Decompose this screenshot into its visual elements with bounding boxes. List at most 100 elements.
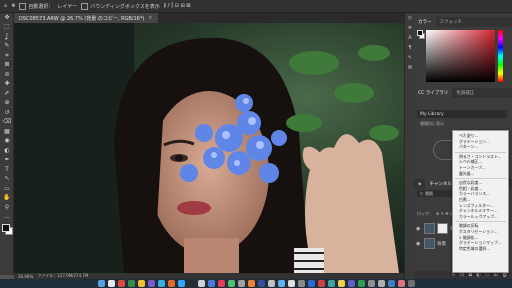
layer-name: 背景 [437, 241, 446, 247]
more-icon[interactable]: … [0, 213, 14, 223]
dock-app-icon[interactable] [187, 280, 195, 287]
options-bar: ⌂ ✥ 自動選択： レイヤー バウンディングボックスを表示 ⫼ ⫽ ⫿ ⊟ ⊞ … [0, 0, 512, 13]
hue-slider[interactable] [498, 30, 503, 82]
layer-filter-label: 種類 [424, 190, 433, 196]
menu-separator [455, 219, 506, 223]
type-icon[interactable]: T [0, 165, 14, 175]
dock-app-icon[interactable] [377, 280, 385, 287]
eye-icon[interactable]: ◉ [416, 226, 422, 232]
dock-app-icon[interactable] [107, 280, 115, 287]
zoom-level[interactable]: 26.68% [18, 274, 33, 279]
hand-icon[interactable]: ✋ [0, 194, 14, 204]
brush-icon[interactable]: ✐ [0, 89, 14, 99]
canvas[interactable] [14, 23, 404, 273]
home-icon[interactable]: ⌂ [4, 3, 7, 9]
toolbar-color-swatches[interactable] [0, 222, 13, 236]
dock-app-icon[interactable] [257, 280, 265, 287]
dock-app-icon[interactable] [127, 280, 135, 287]
dock-app-icon[interactable] [347, 280, 355, 287]
dock-app-icon[interactable] [337, 280, 345, 287]
tab-swatches[interactable]: スウォッチ [436, 19, 467, 25]
dock-app-icon[interactable] [287, 280, 295, 287]
dodge-icon[interactable]: ◐ [0, 146, 14, 156]
gradient-icon[interactable]: ▦ [0, 127, 14, 137]
dock-app-icon[interactable] [227, 280, 235, 287]
dock-app-icon[interactable] [147, 280, 155, 287]
library-subheader: 種類別に表示 [420, 120, 444, 126]
dock-app-icon[interactable] [237, 280, 245, 287]
eye-icon[interactable]: ◉ [416, 241, 422, 247]
align-icons[interactable]: ⫼ ⫽ ⫿ ⊟ ⊞ ⊠ [164, 3, 191, 9]
auto-select-target-dropdown[interactable]: レイヤー [57, 3, 77, 10]
dock-app-icon[interactable] [157, 280, 165, 287]
pen-icon[interactable]: ✒ [0, 156, 14, 166]
document-tab[interactable]: DSC08573.ARW @ 26.7% (背景 のコピー, RGB/16*) … [14, 13, 158, 23]
dock-app-icon[interactable] [167, 280, 175, 287]
dock-app-icon[interactable] [317, 280, 325, 287]
search-icon: ⚲ [420, 191, 423, 196]
dock-app-icon[interactable] [397, 280, 405, 287]
tab-cc-libraries[interactable]: CC ライブラリ [414, 88, 453, 98]
library-select[interactable]: My Library [417, 110, 507, 118]
dock-app-icon[interactable] [387, 280, 395, 287]
color-panel-tabs: カラー スウォッチ [414, 17, 512, 27]
dock-app-icon[interactable] [267, 280, 275, 287]
move-icon[interactable]: ✥ [0, 13, 14, 23]
history-brush-icon[interactable]: ↺ [0, 108, 14, 118]
toolbar: ✥ ⬚ ʆ ✎ ⌗ ⊠ ⊘ ✚ ✐ ⊕ ↺ ⌫ ▦ ◉ ◐ ✒ T ↖ ▭ ✋ ⚲… [0, 13, 14, 275]
dock-app-icon[interactable] [197, 280, 205, 287]
dock-app-icon[interactable] [137, 280, 145, 287]
path-select-icon[interactable]: ↖ [0, 175, 14, 185]
dock-app-icon[interactable] [297, 280, 305, 287]
dock-app-icon[interactable] [327, 280, 335, 287]
stamp-icon[interactable]: ⊕ [0, 99, 14, 109]
crop-icon[interactable]: ⌗ [0, 51, 14, 61]
zoom-icon[interactable]: ⚲ [0, 203, 14, 213]
healing-icon[interactable]: ✚ [0, 80, 14, 90]
menu-item[interactable]: グラデーションマップ... [453, 240, 508, 246]
eraser-icon[interactable]: ⌫ [0, 118, 14, 128]
document-tab-title: DSC08573.ARW @ 26.7% (背景 のコピー, RGB/16*) [19, 15, 145, 22]
dock-app-icon[interactable] [117, 280, 125, 287]
shape-icon[interactable]: ▭ [0, 184, 14, 194]
dock-app-icon[interactable] [357, 280, 365, 287]
layer-thumbnail [424, 238, 435, 249]
move-tool-icon[interactable]: ✥ [11, 3, 15, 9]
dock-app-icon[interactable] [177, 280, 185, 287]
dock-app-icon[interactable] [407, 280, 415, 287]
dock-app-icon[interactable] [307, 280, 315, 287]
libraries-panel-tabs: CC ライブラリ 色調補正 [414, 88, 512, 98]
color-picker-field[interactable] [426, 30, 495, 82]
library-view-options[interactable]: 種類別に表示 [417, 120, 487, 127]
layer-thumbnail [424, 223, 435, 234]
tab-layers-icon[interactable]: ◆ [414, 182, 425, 187]
dock-app-icon[interactable] [247, 280, 255, 287]
dock-app-icon[interactable] [97, 280, 105, 287]
tab-adjustments[interactable]: 色調補正 [452, 90, 478, 96]
blur-icon[interactable]: ◉ [0, 137, 14, 147]
layer-mask-thumbnail[interactable] [437, 223, 448, 234]
dock [0, 279, 512, 288]
dock-app-icon[interactable] [207, 280, 215, 287]
menu-item[interactable]: 特定色域の選択... [453, 246, 508, 252]
menu-separator [455, 176, 506, 180]
photo [14, 23, 404, 273]
panel-icon-column: ◴ ≣ A ¶ ✎ ⌘ [404, 13, 414, 279]
tab-color[interactable]: カラー [414, 17, 436, 27]
lasso-icon[interactable]: ʆ [0, 32, 14, 42]
dock-app-icon[interactable] [217, 280, 225, 287]
adjustment-layer-menu: べた塗り... グラデーション... パターン... 明るさ・コントラスト... レベル… [452, 130, 509, 273]
frame-icon[interactable]: ⊠ [0, 61, 14, 71]
library-name: My Library [420, 111, 444, 117]
auto-select-checkbox[interactable]: 自動選択： [19, 2, 53, 10]
dock-app-icon[interactable] [367, 280, 375, 287]
menu-separator [455, 150, 506, 153]
marquee-icon[interactable]: ⬚ [0, 23, 14, 33]
eyedropper-icon[interactable]: ⊘ [0, 70, 14, 80]
transform-controls-checkbox[interactable]: バウンディングボックスを表示 [81, 2, 160, 10]
lock-label: ロック： [417, 210, 433, 216]
foreground-color-swatch[interactable] [417, 30, 423, 36]
close-icon[interactable]: × [148, 15, 152, 21]
dock-app-icon[interactable] [277, 280, 285, 287]
quick-select-icon[interactable]: ✎ [0, 42, 14, 52]
